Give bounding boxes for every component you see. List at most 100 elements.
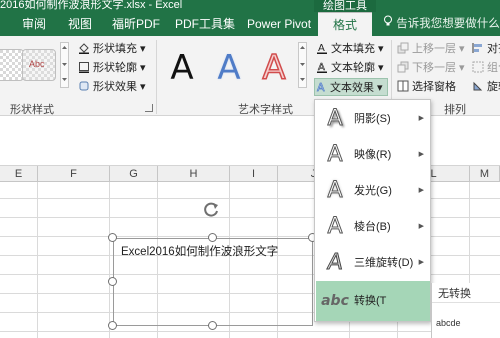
column-header-E[interactable]: E	[0, 166, 38, 182]
no-transform-sample[interactable]: abcde	[436, 318, 461, 328]
group-label-shape-styles: 形状样式	[10, 104, 54, 116]
tell-me-box[interactable]: 告诉我您想要做什么...	[383, 12, 500, 36]
send-backward-button[interactable]: 下移一层 ▾	[397, 59, 465, 77]
shape-style-sample-text: Abc	[29, 59, 45, 69]
shape-effects-button[interactable]: 形状效果 ▾	[78, 78, 146, 96]
text-fill-button[interactable]: A 文本填充 ▾	[316, 40, 384, 58]
tab-power-pivot[interactable]: Power Pivot	[247, 12, 311, 36]
submenu-arrow-icon: ▶	[418, 115, 424, 122]
reflection-effect-icon: A	[327, 142, 343, 168]
group-label-arrange: 排列	[444, 104, 466, 116]
text-fill-icon: A	[316, 42, 328, 54]
group-label-wordart-styles: 艺术字样式	[238, 104, 293, 116]
send-backward-icon	[397, 61, 409, 73]
dialog-launcher-icon[interactable]	[145, 104, 153, 112]
resize-handle[interactable]	[108, 277, 117, 286]
grid-line	[37, 182, 38, 338]
group-icon	[472, 61, 484, 73]
tab-view[interactable]: 视图	[68, 12, 92, 36]
pen-outline-icon	[78, 61, 90, 73]
selection-pane-label: 选择窗格	[412, 81, 456, 93]
menu-item-shadow[interactable]: A 阴影(S) ▶	[316, 101, 430, 137]
bring-forward-icon	[397, 42, 409, 54]
rotate-handle-icon[interactable]	[201, 200, 221, 220]
bring-forward-label: 上移一层	[412, 43, 456, 55]
wordart-style-red-outline[interactable]: A	[250, 46, 298, 90]
align-button[interactable]: 对齐	[472, 40, 500, 58]
tab-pdf-tools[interactable]: PDF工具集	[175, 12, 235, 36]
3d-rotation-effect-icon: A	[325, 250, 345, 276]
column-header-M[interactable]: M	[470, 166, 500, 182]
tab-review[interactable]: 审阅	[22, 12, 46, 36]
shape-fill-button[interactable]: 形状填充 ▾	[78, 40, 146, 58]
shape-fill-label: 形状填充	[93, 43, 137, 55]
title-bar: 2016如何制作波浪形文字.xlsx - Excel 绘图工具	[0, 0, 500, 12]
text-effects-button[interactable]: A 文本效果 ▾	[314, 78, 388, 96]
menu-item-label: 三维旋转(D)	[354, 257, 414, 269]
shape-outline-label: 形状轮廓	[93, 62, 137, 74]
text-outline-label: 文本轮廓	[331, 62, 375, 74]
menu-item-glow[interactable]: A 发光(G) ▶	[316, 173, 430, 209]
rotate-label: 旋转	[487, 81, 500, 93]
shadow-effect-icon: A	[327, 106, 343, 132]
lightbulb-icon	[383, 12, 393, 36]
text-effects-icon: A	[315, 81, 327, 95]
bring-forward-button[interactable]: 上移一层 ▾	[397, 40, 465, 58]
text-box-content[interactable]: Excel2016如何制作波浪形文字	[121, 243, 278, 259]
group-separator	[156, 40, 157, 114]
text-outline-button[interactable]: A 文本轮廓 ▾	[316, 59, 384, 77]
resize-handle[interactable]	[108, 233, 117, 242]
group-button[interactable]: 组合	[472, 59, 500, 77]
rotate-icon	[472, 80, 484, 92]
tell-me-text: 告诉我您想要做什么...	[396, 18, 500, 30]
submenu-arrow-icon: ▶	[418, 187, 424, 194]
shape-outline-button[interactable]: 形状轮廓 ▾	[78, 59, 146, 77]
text-effects-menu: A 阴影(S) ▶ A 映像(R) ▶ A 发光(G) ▶ A 棱台(B) ▶ …	[314, 99, 431, 322]
grid-line	[0, 331, 500, 332]
transform-submenu: 无转换 abcde	[431, 283, 500, 338]
send-backward-label: 下移一层	[412, 62, 456, 74]
wordart-gallery-scroll[interactable]	[298, 42, 307, 88]
shape-style-gallery-item[interactable]: Abc	[22, 49, 56, 81]
submenu-arrow-icon: ▶	[418, 259, 424, 266]
submenu-arrow-icon: ▶	[418, 223, 424, 230]
menu-item-label: 棱台(B)	[354, 221, 391, 233]
svg-text:A: A	[318, 43, 325, 54]
submenu-arrow-icon: ▶	[418, 151, 424, 158]
menu-item-3d-rotation[interactable]: A 三维旋转(D) ▶	[316, 245, 430, 281]
selection-pane-icon	[397, 80, 409, 92]
tab-foxit-pdf[interactable]: 福昕PDF	[112, 12, 160, 36]
align-label: 对齐	[487, 43, 500, 55]
resize-handle[interactable]	[108, 321, 117, 330]
window-title: 2016如何制作波浪形文字.xlsx - Excel	[0, 0, 183, 11]
menu-item-label: 转换(T	[354, 295, 387, 307]
column-header-H[interactable]: H	[158, 166, 230, 182]
drawing-tools-context-label: 绘图工具	[314, 0, 376, 12]
menu-item-label: 发光(G)	[354, 185, 392, 197]
rotate-button[interactable]: 旋转	[472, 78, 500, 96]
menu-item-reflection[interactable]: A 映像(R) ▶	[316, 137, 430, 173]
svg-text:A: A	[318, 62, 325, 73]
menu-item-bevel[interactable]: A 棱台(B) ▶	[316, 209, 430, 245]
text-outline-icon: A	[316, 61, 328, 73]
resize-handle[interactable]	[208, 233, 217, 242]
no-transform-option[interactable]	[432, 302, 500, 303]
bevel-effect-icon: A	[327, 214, 343, 240]
resize-handle[interactable]	[208, 321, 217, 330]
submenu-header: 无转换	[438, 288, 471, 300]
text-fill-label: 文本填充	[331, 43, 375, 55]
selection-pane-button[interactable]: 选择窗格	[397, 78, 456, 96]
grid-line	[109, 182, 110, 338]
shape-style-gallery-item[interactable]	[0, 49, 24, 81]
shape-effects-icon	[78, 80, 90, 92]
tab-format[interactable]: 格式	[318, 12, 372, 36]
wordart-style-blue[interactable]: A	[205, 46, 253, 90]
column-header-I[interactable]: I	[230, 166, 278, 182]
wordart-style-black[interactable]: A	[158, 46, 206, 90]
paint-bucket-icon	[78, 42, 90, 54]
gallery-scroll[interactable]	[60, 42, 69, 88]
ribbon-tabs: 审阅 视图 福昕PDF PDF工具集 Power Pivot 格式 告诉我您想要…	[0, 12, 500, 36]
column-header-F[interactable]: F	[38, 166, 110, 182]
menu-item-transform[interactable]: abc 转换(T	[316, 281, 430, 321]
column-header-G[interactable]: G	[110, 166, 158, 182]
